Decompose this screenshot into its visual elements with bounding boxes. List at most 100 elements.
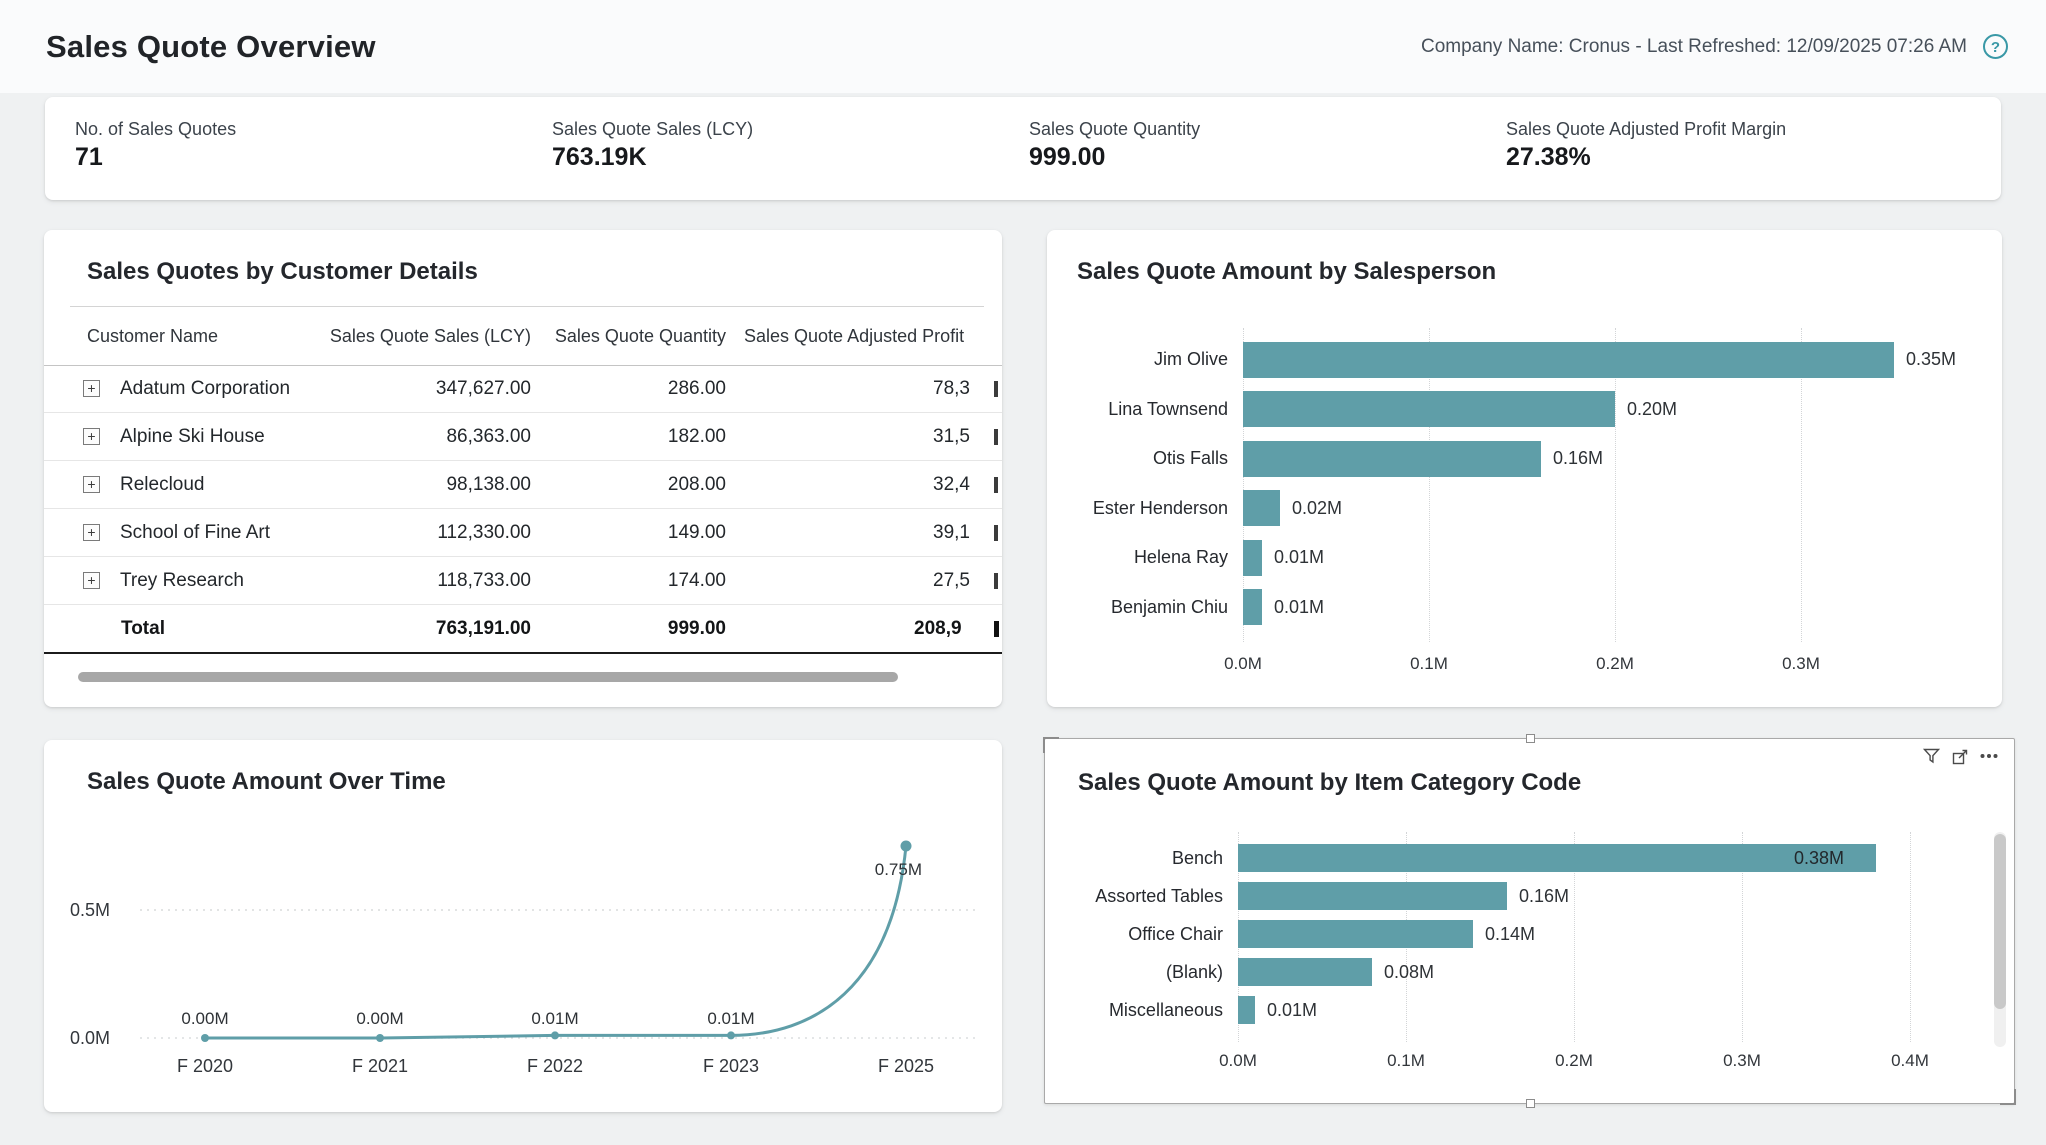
y-axis-tick: 0.5M bbox=[70, 900, 110, 920]
x-axis-tick: 0.3M bbox=[1697, 1051, 1787, 1071]
bar-value-label: 0.20M bbox=[1627, 385, 1677, 435]
column-header-customer-name[interactable]: Customer Name bbox=[87, 307, 347, 365]
clipped-digit bbox=[994, 573, 998, 589]
sales-cell: 98,138.00 bbox=[344, 461, 531, 508]
customer-name: Relecloud bbox=[120, 474, 205, 496]
quantity-cell: 286.00 bbox=[531, 365, 726, 412]
sales-cell: 347,627.00 bbox=[344, 365, 531, 412]
data-point bbox=[551, 1031, 559, 1039]
bar[interactable] bbox=[1238, 844, 1876, 872]
x-axis-tick: 0.4M bbox=[1865, 1051, 1955, 1071]
bar-value-label: 0.02M bbox=[1292, 484, 1342, 534]
x-axis-tick: F 2020 bbox=[177, 1056, 233, 1076]
customer-name-cell: + Trey Research bbox=[83, 557, 343, 604]
table-row[interactable]: +Alpine Ski House86,363.00182.0031,5 bbox=[44, 413, 1002, 461]
table-row[interactable]: +Adatum Corporation347,627.00286.0078,3 bbox=[44, 365, 1002, 413]
clipped-digit bbox=[994, 477, 998, 493]
table-header-row: Customer Name Sales Quote Sales (LCY) Sa… bbox=[44, 307, 1002, 366]
salesperson-plot: 0.0M0.1M0.2M0.3MJim Olive0.35MLina Towns… bbox=[1047, 230, 2002, 707]
clipped-digit bbox=[994, 381, 998, 397]
page-title: Sales Quote Overview bbox=[46, 0, 376, 93]
x-axis-tick: 0.0M bbox=[1193, 1051, 1283, 1071]
data-point bbox=[901, 841, 912, 852]
customer-name: Total bbox=[121, 618, 165, 640]
bar-value-label: 0.35M bbox=[1906, 335, 1956, 385]
bar[interactable] bbox=[1243, 391, 1615, 427]
quantity-cell: 208.00 bbox=[531, 461, 726, 508]
quantity-cell: 174.00 bbox=[531, 557, 726, 604]
x-axis-tick: F 2022 bbox=[527, 1056, 583, 1076]
kpi-label: Sales Quote Quantity bbox=[1029, 119, 1200, 140]
bar-value-label: 0.08M bbox=[1384, 953, 1434, 991]
customer-details-visual: Sales Quotes by Customer Details Custome… bbox=[44, 230, 1002, 707]
bar[interactable] bbox=[1243, 589, 1262, 625]
column-header-quantity[interactable]: Sales Quote Quantity bbox=[531, 307, 726, 365]
bar[interactable] bbox=[1243, 540, 1262, 576]
clipped-digit bbox=[994, 429, 998, 445]
category-label: Ester Henderson bbox=[1047, 484, 1228, 534]
bar[interactable] bbox=[1238, 882, 1507, 910]
x-axis-tick: 0.0M bbox=[1198, 654, 1288, 674]
column-header-profit[interactable]: Sales Quote Adjusted Profit bbox=[744, 307, 1002, 365]
visual-title: Sales Quotes by Customer Details bbox=[87, 258, 478, 286]
table-row[interactable]: +Trey Research118,733.00174.0027,5 bbox=[44, 557, 1002, 605]
customer-table-rows: +Adatum Corporation347,627.00286.0078,3+… bbox=[44, 365, 1002, 654]
x-axis-tick: 0.1M bbox=[1361, 1051, 1451, 1071]
over-time-svg: 0.5M0.0M0.00M0.00M0.01M0.01M0.75MF 2020F… bbox=[44, 740, 1002, 1112]
x-axis-tick: F 2023 bbox=[703, 1056, 759, 1076]
kpi-value: 27.38% bbox=[1506, 143, 1591, 172]
x-axis-tick: 0.2M bbox=[1529, 1051, 1619, 1071]
item-category-visual-selected[interactable]: Sales Quote Amount by Item Category Code… bbox=[1044, 738, 2015, 1104]
table-total-row[interactable]: Total763,191.00999.00208,9 bbox=[44, 605, 1002, 654]
expand-row-icon[interactable]: + bbox=[83, 524, 100, 541]
gridline bbox=[1910, 832, 1911, 1042]
category-label: Helena Ray bbox=[1047, 533, 1228, 583]
profit-value: 78,3 bbox=[933, 378, 970, 400]
x-axis-tick: 0.3M bbox=[1756, 654, 1846, 674]
bar[interactable] bbox=[1238, 996, 1255, 1024]
data-point bbox=[376, 1034, 384, 1042]
data-label: 0.00M bbox=[356, 1009, 403, 1028]
table-row[interactable]: + Relecloud 98,138.00208.00 32,4 bbox=[44, 461, 1002, 509]
bar[interactable] bbox=[1238, 920, 1473, 948]
clipped-digit bbox=[994, 525, 998, 541]
profit-cell: 31,5 bbox=[744, 413, 1002, 460]
category-label: Otis Falls bbox=[1047, 434, 1228, 484]
x-axis-tick: 0.2M bbox=[1570, 654, 1660, 674]
kpi-value: 999.00 bbox=[1029, 143, 1105, 172]
kpi-label: Sales Quote Sales (LCY) bbox=[552, 119, 753, 140]
x-axis-tick: F 2021 bbox=[352, 1056, 408, 1076]
expand-row-icon[interactable]: + bbox=[83, 572, 100, 589]
clipped-digit bbox=[994, 621, 999, 637]
company-refresh-meta: Company Name: Cronus - Last Refreshed: 1… bbox=[1421, 36, 1967, 58]
kpi-value: 71 bbox=[75, 143, 103, 172]
bar[interactable] bbox=[1238, 958, 1372, 986]
category-label: Jim Olive bbox=[1047, 335, 1228, 385]
over-time-visual: Sales Quote Amount Over Time 0.5M0.0M0.0… bbox=[44, 740, 1002, 1112]
help-icon[interactable]: ? bbox=[1982, 33, 2009, 60]
data-label: 0.01M bbox=[707, 1009, 754, 1028]
horizontal-scrollbar[interactable] bbox=[78, 672, 898, 682]
vertical-scrollbar-thumb[interactable] bbox=[1994, 834, 2006, 1009]
quantity-cell: 999.00 bbox=[531, 605, 726, 652]
column-header-sales[interactable]: Sales Quote Sales (LCY) bbox=[344, 307, 531, 365]
customer-name: Trey Research bbox=[120, 570, 244, 592]
expand-row-icon[interactable]: + bbox=[83, 428, 100, 445]
item-category-plot: 0.0M0.1M0.2M0.3M0.4MBench0.38MAssorted T… bbox=[1045, 739, 2014, 1103]
table-row[interactable]: +School of Fine Art112,330.00149.0039,1 bbox=[44, 509, 1002, 557]
bar[interactable] bbox=[1243, 342, 1894, 378]
x-axis-tick: 0.1M bbox=[1384, 654, 1474, 674]
kpi-label: No. of Sales Quotes bbox=[75, 119, 236, 140]
expand-row-icon[interactable]: + bbox=[83, 380, 100, 397]
customer-name: Alpine Ski House bbox=[120, 426, 265, 448]
kpi-profit-margin: Sales Quote Adjusted Profit Margin 27.38… bbox=[1506, 97, 1966, 200]
bar-value-label: 0.38M bbox=[1794, 839, 1844, 877]
profit-cell: 32,4 bbox=[744, 461, 1002, 508]
profit-cell: 27,5 bbox=[744, 557, 1002, 604]
customer-name-cell: + Relecloud bbox=[83, 461, 343, 508]
kpi-quantity: Sales Quote Quantity 999.00 bbox=[1029, 97, 1489, 200]
bar[interactable] bbox=[1243, 490, 1280, 526]
bar[interactable] bbox=[1243, 441, 1541, 477]
expand-row-icon[interactable]: + bbox=[83, 476, 100, 493]
customer-name: School of Fine Art bbox=[120, 522, 270, 544]
